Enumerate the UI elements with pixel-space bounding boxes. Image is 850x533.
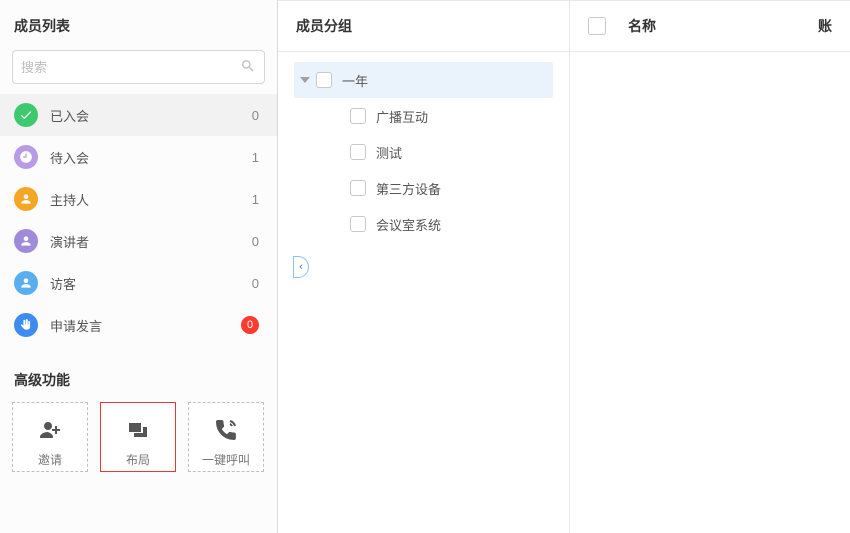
advanced-title: 高级功能 <box>0 346 277 402</box>
search-input[interactable] <box>21 60 240 75</box>
status-list: 已入会0待入会1主持人1演讲者0访客0申请发言0 <box>0 94 277 346</box>
phone-icon <box>212 415 240 445</box>
status-count: 0 <box>252 108 259 123</box>
status-item-guest[interactable]: 访客0 <box>0 262 277 304</box>
checkbox[interactable] <box>316 72 332 88</box>
tree-child-row[interactable]: 广播互动 <box>346 98 553 134</box>
check-icon <box>14 103 38 127</box>
search-icon <box>240 58 256 77</box>
tree-root-label: 一年 <box>342 71 368 90</box>
status-count-badge: 0 <box>241 316 259 334</box>
person-icon <box>14 271 38 295</box>
status-count: 0 <box>252 234 259 249</box>
tree-children: 广播互动测试第三方设备会议室系统 <box>294 98 553 242</box>
func-label: 邀请 <box>38 451 62 468</box>
chevron-left-icon: ‹ <box>299 261 303 273</box>
status-item-speaker[interactable]: 演讲者0 <box>0 220 277 262</box>
status-item-request[interactable]: 申请发言0 <box>0 304 277 346</box>
status-item-joined[interactable]: 已入会0 <box>0 94 277 136</box>
select-all-checkbox[interactable] <box>588 17 606 35</box>
tree-child-row[interactable]: 测试 <box>346 134 553 170</box>
group-title: 成员分组 <box>278 0 569 52</box>
status-item-pending[interactable]: 待入会1 <box>0 136 277 178</box>
status-label: 待入会 <box>50 148 252 167</box>
tree-child-row[interactable]: 会议室系统 <box>346 206 553 242</box>
layout-icon <box>124 415 152 445</box>
col-account: 账 <box>818 16 832 36</box>
expander-icon[interactable] <box>298 73 312 87</box>
status-label: 访客 <box>50 274 252 293</box>
checkbox[interactable] <box>350 180 366 196</box>
tree-root-row[interactable]: 一年 <box>294 62 553 98</box>
person-icon <box>14 229 38 253</box>
status-label: 主持人 <box>50 190 252 209</box>
hand-icon <box>14 313 38 337</box>
search-wrap <box>0 50 277 94</box>
tree-child-label: 会议室系统 <box>376 215 441 234</box>
status-item-host[interactable]: 主持人1 <box>0 178 277 220</box>
table-header: 名称 账 <box>570 0 850 52</box>
checkbox[interactable] <box>350 216 366 232</box>
search-box[interactable] <box>12 50 265 84</box>
group-panel: 成员分组 一年 广播互动测试第三方设备会议室系统 <box>278 0 570 533</box>
status-count: 0 <box>252 276 259 291</box>
member-list-title: 成员列表 <box>0 0 277 50</box>
func-label: 一键呼叫 <box>202 451 250 468</box>
status-label: 已入会 <box>50 106 252 125</box>
func-label: 布局 <box>126 451 150 468</box>
group-tree: 一年 广播互动测试第三方设备会议室系统 <box>278 52 569 252</box>
function-row: 邀请 布局 一键呼叫 <box>0 402 277 480</box>
func-layout[interactable]: 布局 <box>100 402 176 472</box>
left-panel: 成员列表 已入会0待入会1主持人1演讲者0访客0申请发言0 高级功能 邀请布局一… <box>0 0 278 533</box>
tree-child-label: 第三方设备 <box>376 179 441 198</box>
checkbox[interactable] <box>350 108 366 124</box>
status-label: 申请发言 <box>50 316 241 335</box>
person-add-icon <box>36 415 64 445</box>
right-panel: 名称 账 <box>570 0 850 533</box>
tree-child-label: 广播互动 <box>376 107 428 126</box>
status-count: 1 <box>252 150 259 165</box>
func-call[interactable]: 一键呼叫 <box>188 402 264 472</box>
app-root: 成员列表 已入会0待入会1主持人1演讲者0访客0申请发言0 高级功能 邀请布局一… <box>0 0 850 533</box>
clock-icon <box>14 145 38 169</box>
status-count: 1 <box>252 192 259 207</box>
checkbox[interactable] <box>350 144 366 160</box>
person-icon <box>14 187 38 211</box>
func-invite[interactable]: 邀请 <box>12 402 88 472</box>
status-label: 演讲者 <box>50 232 252 251</box>
col-name: 名称 <box>628 16 656 36</box>
tree-child-label: 测试 <box>376 143 402 162</box>
tree-child-row[interactable]: 第三方设备 <box>346 170 553 206</box>
